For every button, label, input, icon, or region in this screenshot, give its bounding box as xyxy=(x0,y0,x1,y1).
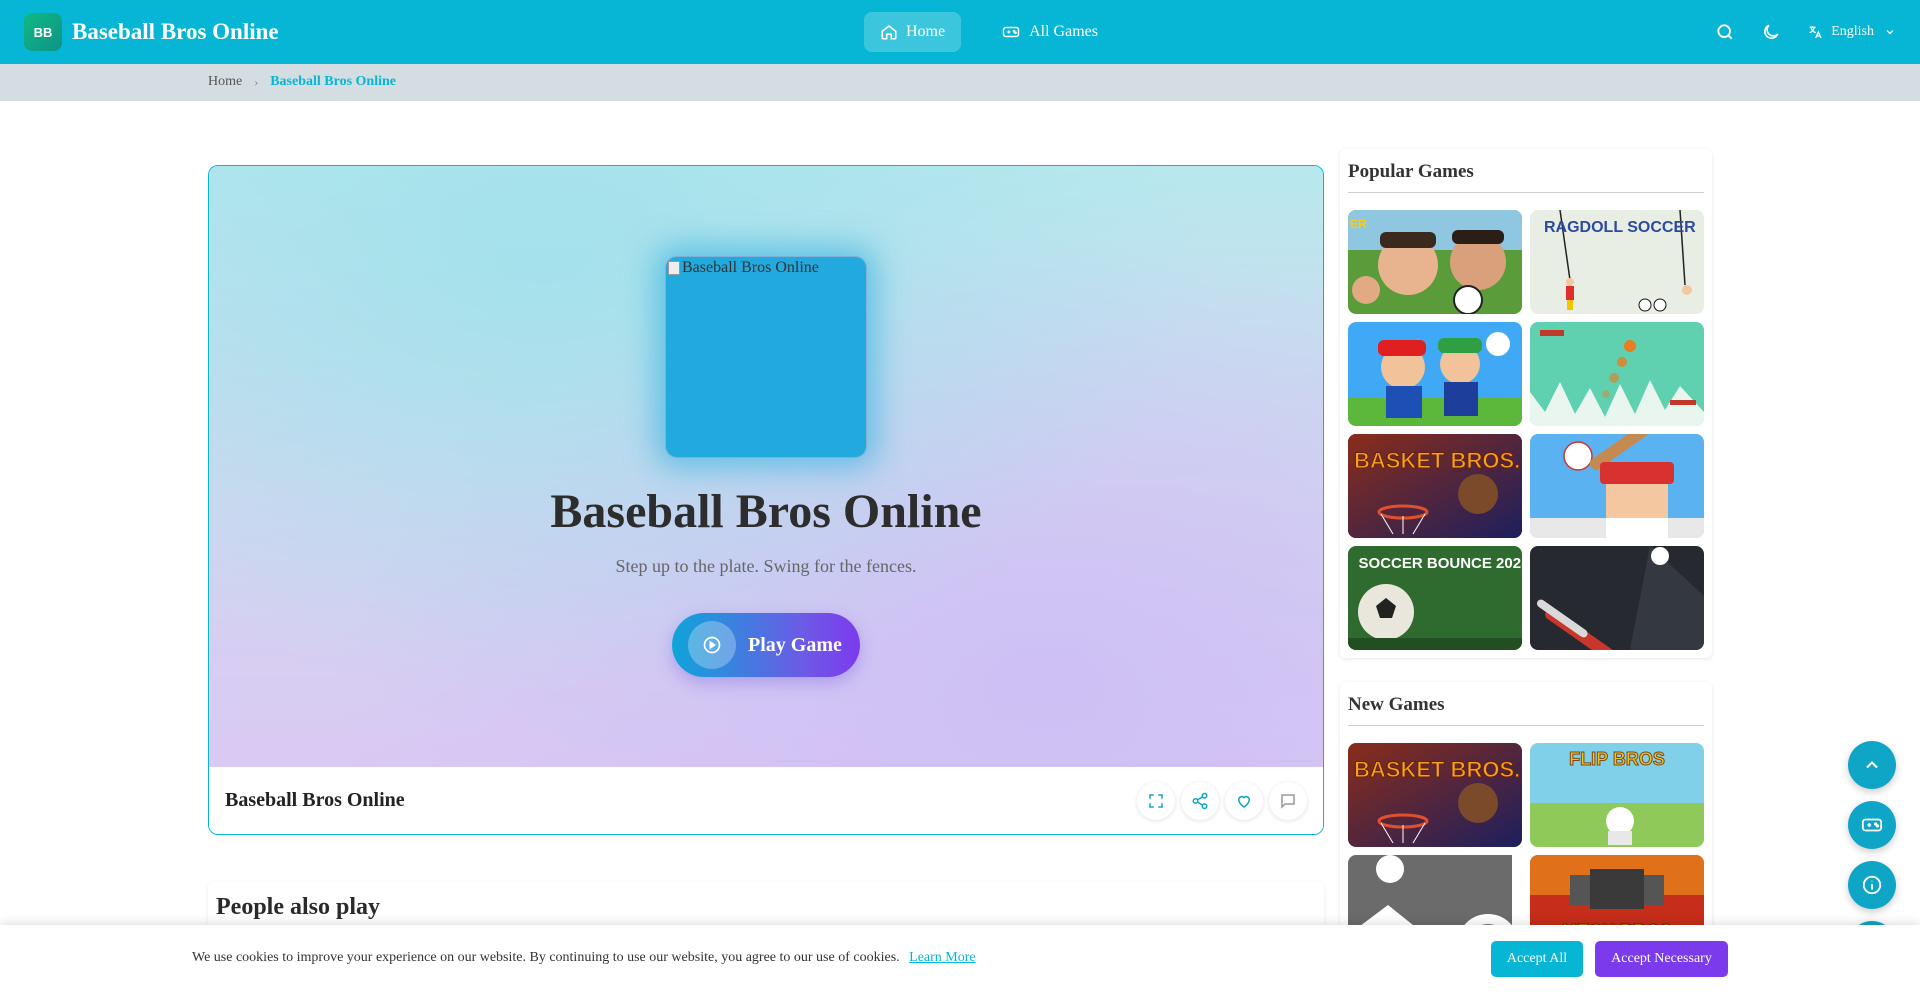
games-fab-button[interactable] xyxy=(1848,801,1896,849)
nav-all-games[interactable]: All Games xyxy=(985,12,1114,52)
gamepad-icon xyxy=(1002,26,1020,38)
popular-games-title: Popular Games xyxy=(1348,161,1474,182)
learn-more-link[interactable]: Learn More xyxy=(909,950,975,965)
moon-icon xyxy=(1764,24,1779,39)
svg-text:RAGDOLL SOCCER: RAGDOLL SOCCER xyxy=(1544,219,1696,236)
breadcrumb-bar: Home › Baseball Bros Online xyxy=(0,64,1920,101)
nav-all-games-label: All Games xyxy=(1029,23,1098,40)
chevron-up-icon xyxy=(1866,761,1878,769)
game-tile-basket-bros[interactable]: BASKET BROS. xyxy=(1348,434,1522,538)
cookie-banner: We use cookies to improve your experienc… xyxy=(0,925,1920,993)
game-card-footer: Baseball Bros Online xyxy=(209,767,1323,834)
game-tile-basket-bros-new[interactable]: BASKET BROS. xyxy=(1348,743,1522,847)
top-navbar: BB Baseball Bros Online Home All Games E… xyxy=(0,0,1920,64)
language-label: English xyxy=(1831,24,1874,39)
breadcrumb-current: Baseball Bros Online xyxy=(270,74,396,89)
svg-text:FLIP BROS: FLIP BROS xyxy=(1569,749,1665,769)
popular-games-panel: Popular Games ER RAGDOLL SOCCER BASKET B… xyxy=(1340,149,1712,658)
nav-home-label: Home xyxy=(906,23,946,40)
fullscreen-button[interactable] xyxy=(1137,782,1175,820)
info-icon xyxy=(1862,875,1882,895)
divider xyxy=(1348,192,1704,193)
game-title: Baseball Bros Online xyxy=(550,485,982,538)
game-footer-title: Baseball Bros Online xyxy=(225,789,405,811)
search-icon xyxy=(1717,24,1733,40)
divider xyxy=(1348,725,1704,726)
nav-home[interactable]: Home xyxy=(864,12,962,52)
share-button[interactable] xyxy=(1181,782,1219,820)
game-tile-flip-bros[interactable]: FLIP BROS xyxy=(1530,743,1704,847)
cookie-message: We use cookies to improve your experienc… xyxy=(192,950,976,966)
play-game-label: Play Game xyxy=(748,633,842,656)
broken-image-icon xyxy=(668,261,680,275)
thumbnail-alt-text: Baseball Bros Online xyxy=(668,259,819,277)
game-card: Baseball Bros Online Baseball Bros Onlin… xyxy=(208,165,1324,835)
heart-icon xyxy=(1237,795,1251,808)
header-tools: English xyxy=(1689,0,1896,64)
favorite-button[interactable] xyxy=(1225,782,1263,820)
game-tagline: Step up to the plate. Swing for the fenc… xyxy=(615,556,917,576)
cookie-text: We use cookies to improve your experienc… xyxy=(192,950,900,965)
game-tile-soccer-heads[interactable]: ER xyxy=(1348,210,1522,314)
new-games-title: New Games xyxy=(1348,694,1445,715)
main-nav: Home All Games xyxy=(864,12,1114,52)
game-tile-bat-ball[interactable] xyxy=(1530,546,1704,650)
game-tile-soccer-bounce[interactable]: SOCCER BOUNCE 2025 xyxy=(1348,546,1522,650)
breadcrumb: Home › Baseball Bros Online xyxy=(208,74,396,90)
site-name: Baseball Bros Online xyxy=(72,19,279,44)
game-hero: Baseball Bros Online Baseball Bros Onlin… xyxy=(209,166,1323,767)
comment-button[interactable] xyxy=(1269,782,1307,820)
share-icon xyxy=(1192,792,1208,810)
theme-toggle[interactable] xyxy=(1761,22,1781,42)
game-tile-ragdoll-soccer[interactable]: RAGDOLL SOCCER xyxy=(1530,210,1704,314)
game-tile-basketball-jump[interactable] xyxy=(1530,322,1704,426)
thumbnail-alt-label: Baseball Bros Online xyxy=(682,259,819,276)
svg-text:SOCCER BOUNCE 2025: SOCCER BOUNCE 2025 xyxy=(1359,555,1522,572)
gamepad-icon xyxy=(1861,818,1883,832)
chevron-down-icon xyxy=(1886,30,1894,35)
game-thumbnail: Baseball Bros Online xyxy=(665,256,867,458)
translate-icon xyxy=(1809,26,1822,39)
fullscreen-icon xyxy=(1149,794,1163,808)
comment-icon xyxy=(1281,794,1295,809)
game-tile-blocky-baseball[interactable] xyxy=(1530,434,1704,538)
accept-necessary-button[interactable]: Accept Necessary xyxy=(1595,941,1728,977)
game-actions xyxy=(1131,782,1307,820)
play-icon xyxy=(688,621,736,669)
language-selector[interactable]: English xyxy=(1807,24,1896,40)
play-game-button[interactable]: Play Game xyxy=(672,613,860,677)
info-fab-button[interactable] xyxy=(1848,861,1896,909)
brand-link[interactable]: BB Baseball Bros Online xyxy=(24,13,279,51)
accept-all-button[interactable]: Accept All xyxy=(1491,941,1583,977)
search-button[interactable] xyxy=(1715,22,1735,42)
site-logo: BB xyxy=(24,13,62,51)
scroll-top-button[interactable] xyxy=(1848,741,1896,789)
home-icon xyxy=(881,25,897,40)
svg-text:ER: ER xyxy=(1350,217,1367,231)
breadcrumb-separator-icon: › xyxy=(254,74,259,89)
svg-text:BASKET BROS.: BASKET BROS. xyxy=(1354,448,1520,473)
game-tile-mario-luigi[interactable] xyxy=(1348,322,1522,426)
breadcrumb-home[interactable]: Home xyxy=(208,74,242,90)
people-also-play-title: People also play xyxy=(216,894,381,920)
svg-text:BASKET BROS.: BASKET BROS. xyxy=(1354,757,1520,782)
